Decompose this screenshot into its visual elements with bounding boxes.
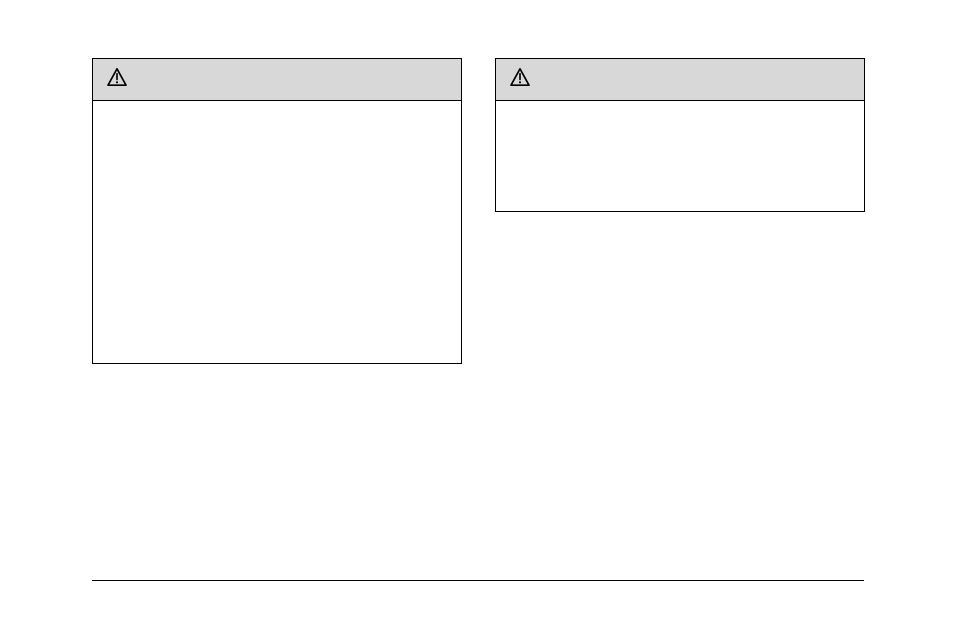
warning-box-left-header (93, 59, 461, 101)
footer-divider (92, 580, 864, 581)
warning-triangle-icon (510, 68, 530, 91)
warning-triangle-icon (107, 68, 127, 91)
page-container (0, 0, 954, 636)
warning-box-right (495, 58, 865, 212)
warning-box-right-header (496, 59, 864, 101)
warning-box-left (92, 58, 462, 364)
